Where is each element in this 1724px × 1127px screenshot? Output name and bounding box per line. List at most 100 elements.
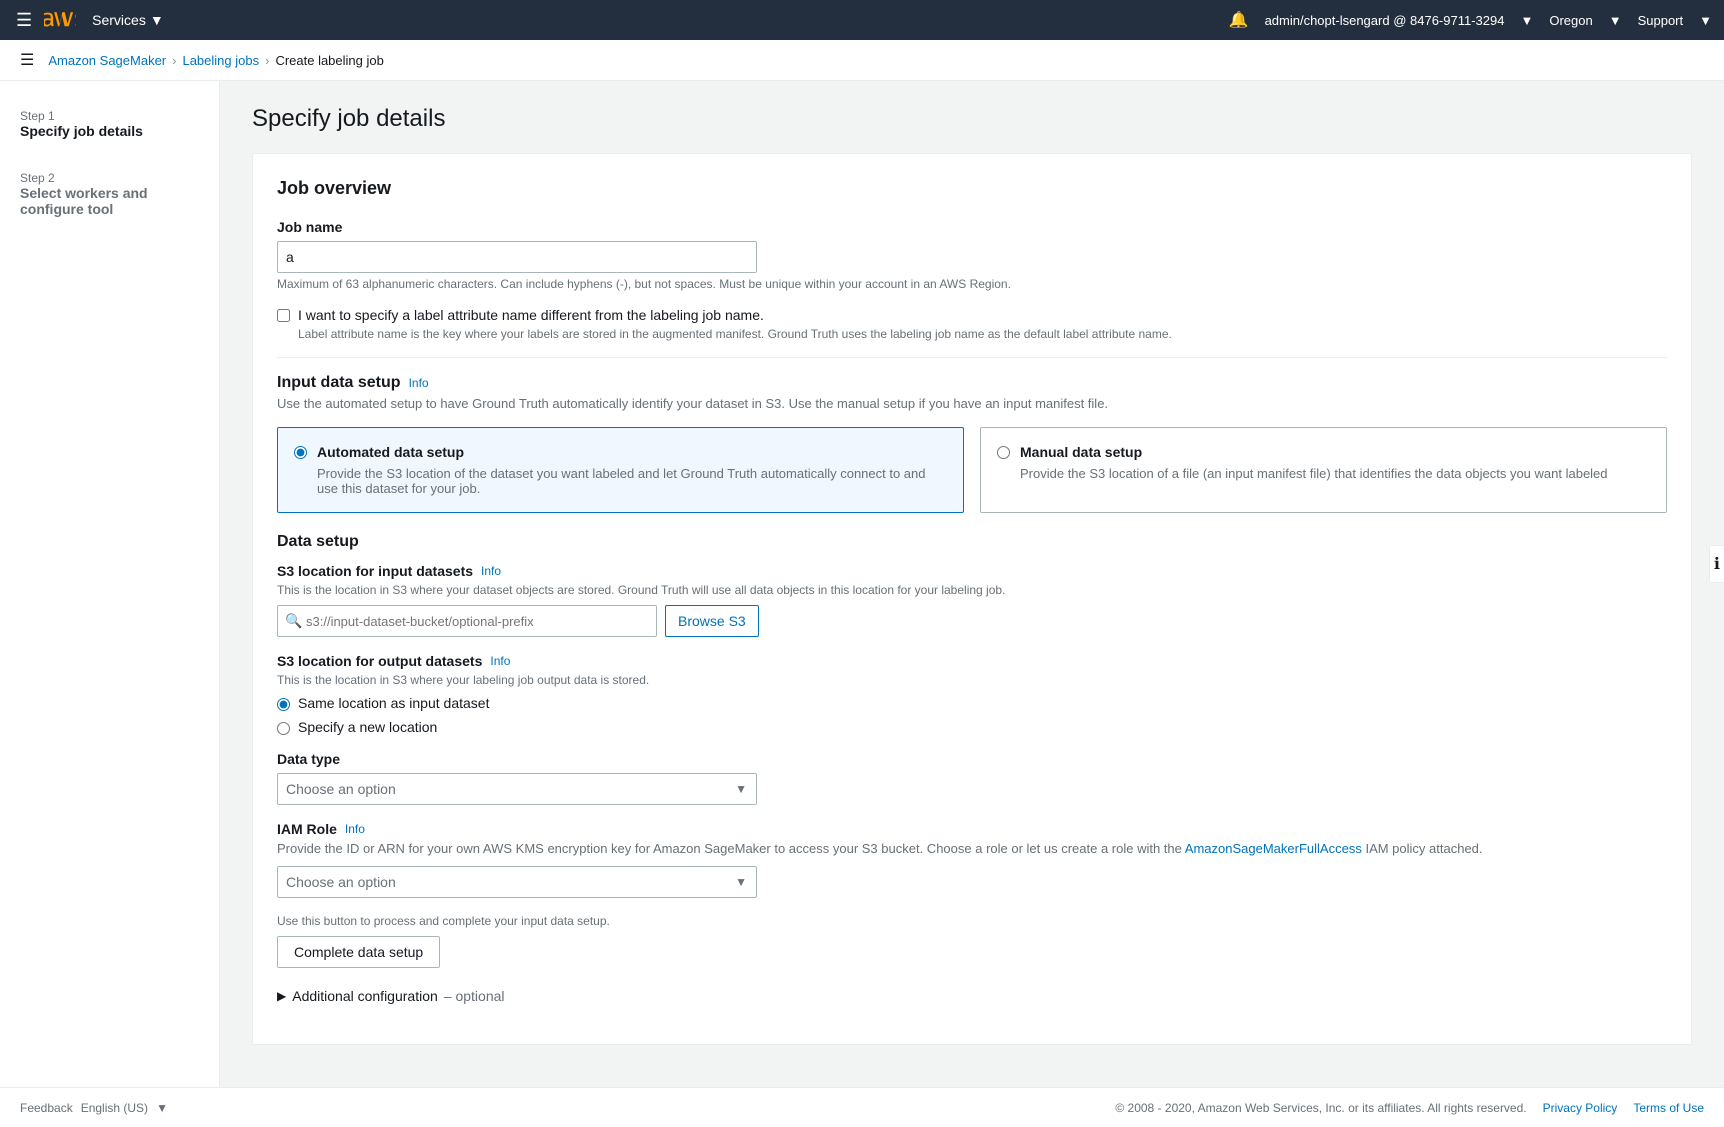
input-data-setup-group: Input data setup Info Use the automated … xyxy=(277,374,1667,513)
footer-language-selector[interactable]: English (US) xyxy=(81,1101,148,1115)
sidebar-step-1[interactable]: Step 1 Specify job details xyxy=(0,101,219,147)
same-location-radio[interactable] xyxy=(277,698,290,711)
privacy-policy-link[interactable]: Privacy Policy xyxy=(1543,1101,1618,1115)
sidebar-step-2[interactable]: Step 2 Select workers and configure tool xyxy=(0,163,219,225)
new-location-label[interactable]: Specify a new location xyxy=(298,719,437,735)
automated-card-title: Automated data setup xyxy=(317,444,947,460)
breadcrumb-sep-2: › xyxy=(265,53,269,68)
footer-left: Feedback English (US) ▼ xyxy=(20,1101,168,1115)
data-setup-group: Data setup S3 location for input dataset… xyxy=(277,533,1667,1004)
account-info[interactable]: admin/chopt-lsengard @ 8476-9711-3294 xyxy=(1265,13,1505,28)
label-attr-row: I want to specify a label attribute name… xyxy=(277,307,1667,341)
iam-link[interactable]: AmazonSageMakerFullAccess xyxy=(1185,841,1362,856)
divider-1 xyxy=(277,357,1667,358)
services-label: Services xyxy=(92,12,146,28)
search-icon: 🔍 xyxy=(285,613,302,630)
s3-input-wrapper: 🔍 xyxy=(277,605,657,637)
notification-bell-icon[interactable]: 🔔 xyxy=(1229,10,1249,30)
sidebar-step2-label: Step 2 xyxy=(20,171,199,185)
iam-role-info[interactable]: Info xyxy=(345,822,365,836)
data-type-select-wrapper: Choose an option Image Text Video Point … xyxy=(277,773,757,805)
manual-card-content: Manual data setup Provide the S3 locatio… xyxy=(1020,444,1608,481)
input-data-setup-title: Input data setup xyxy=(277,374,401,392)
data-setup-title: Data setup xyxy=(277,533,1667,551)
same-location-row: Same location as input dataset xyxy=(277,695,1667,711)
iam-role-select[interactable]: Choose an option Create a new role Use e… xyxy=(277,866,757,898)
new-location-radio[interactable] xyxy=(277,722,290,735)
services-button[interactable]: Services ▼ xyxy=(84,8,172,32)
job-name-group: Job name Maximum of 63 alphanumeric char… xyxy=(277,219,1667,291)
additional-config-row[interactable]: ▶ Additional configuration – optional xyxy=(277,976,1667,1004)
aws-logo xyxy=(44,10,76,30)
additional-config-optional: – optional xyxy=(444,988,505,1004)
job-name-label: Job name xyxy=(277,219,1667,235)
additional-config-label: Additional configuration xyxy=(292,988,438,1004)
label-attr-label[interactable]: I want to specify a label attribute name… xyxy=(298,307,764,323)
iam-role-group: IAM Role Info Provide the ID or ARN for … xyxy=(277,821,1667,898)
job-name-hint: Maximum of 63 alphanumeric characters. C… xyxy=(277,277,1667,291)
footer-copyright: © 2008 - 2020, Amazon Web Services, Inc.… xyxy=(1115,1101,1526,1115)
sidebar-step2-name: Select workers and configure tool xyxy=(20,185,199,217)
manual-radio[interactable] xyxy=(997,446,1010,459)
account-chevron-icon: ▼ xyxy=(1520,13,1533,28)
sidebar-step1-label: Step 1 xyxy=(20,109,199,123)
info-panel-icon[interactable]: ℹ xyxy=(1709,545,1724,583)
input-data-setup-info[interactable]: Info xyxy=(409,376,429,390)
menu-icon[interactable]: ☰ xyxy=(12,6,36,35)
s3-input-info[interactable]: Info xyxy=(481,564,501,578)
label-attr-desc: Label attribute name is the key where yo… xyxy=(298,327,1172,341)
automated-card-content: Automated data setup Provide the S3 loca… xyxy=(317,444,947,496)
breadcrumb-parent[interactable]: Labeling jobs xyxy=(182,53,259,68)
manual-data-card[interactable]: Manual data setup Provide the S3 locatio… xyxy=(980,427,1667,513)
footer-right: © 2008 - 2020, Amazon Web Services, Inc.… xyxy=(1115,1101,1704,1115)
automated-card-desc: Provide the S3 location of the dataset y… xyxy=(317,466,947,496)
same-location-label[interactable]: Same location as input dataset xyxy=(298,695,489,711)
automated-radio[interactable] xyxy=(294,446,307,459)
job-overview-card: Job overview Job name Maximum of 63 alph… xyxy=(252,153,1692,1045)
input-data-setup-desc: Use the automated setup to have Ground T… xyxy=(277,396,1667,411)
main-content: Specify job details Job overview Job nam… xyxy=(220,81,1724,1087)
breadcrumb-current: Create labeling job xyxy=(275,53,383,68)
breadcrumb-root[interactable]: Amazon SageMaker xyxy=(48,53,166,68)
terms-of-use-link[interactable]: Terms of Use xyxy=(1633,1101,1704,1115)
top-nav: ☰ Services ▼ 🔔 admin/chopt-lsengard @ 84… xyxy=(0,0,1724,40)
manual-card-title: Manual data setup xyxy=(1020,444,1608,460)
label-attr-checkbox[interactable] xyxy=(277,309,290,322)
iam-role-label: IAM Role xyxy=(277,821,337,837)
iam-role-select-wrapper: Choose an option Create a new role Use e… xyxy=(277,866,757,898)
complete-setup-group: Use this button to process and complete … xyxy=(277,914,1667,968)
job-name-input[interactable] xyxy=(277,241,757,273)
input-data-setup-header: Input data setup Info xyxy=(277,374,1667,392)
data-type-select[interactable]: Choose an option Image Text Video Point … xyxy=(277,773,757,805)
s3-input-desc: This is the location in S3 where your da… xyxy=(277,583,1667,597)
expand-icon: ▶ xyxy=(277,989,286,1003)
data-type-group: Data type Choose an option Image Text Vi… xyxy=(277,751,1667,805)
s3-output-label: S3 location for output datasets xyxy=(277,653,482,669)
support-menu[interactable]: Support xyxy=(1638,13,1684,28)
s3-output-header: S3 location for output datasets Info xyxy=(277,653,1667,669)
s3-input-group: S3 location for input datasets Info This… xyxy=(277,563,1667,637)
sidebar-step1-name: Specify job details xyxy=(20,123,199,139)
s3-output-info[interactable]: Info xyxy=(490,654,510,668)
services-chevron: ▼ xyxy=(150,12,164,28)
feedback-button[interactable]: Feedback xyxy=(20,1101,73,1115)
job-overview-title: Job overview xyxy=(277,178,1667,199)
iam-role-desc: Provide the ID or ARN for your own AWS K… xyxy=(277,841,1667,856)
support-chevron-icon: ▼ xyxy=(1699,13,1712,28)
s3-input-label: S3 location for input datasets xyxy=(277,563,473,579)
radio-cards: Automated data setup Provide the S3 loca… xyxy=(277,427,1667,513)
browse-s3-button[interactable]: Browse S3 xyxy=(665,605,759,637)
complete-data-setup-button[interactable]: Complete data setup xyxy=(277,936,440,968)
s3-input-field[interactable] xyxy=(277,605,657,637)
sidebar: Step 1 Specify job details Step 2 Select… xyxy=(0,81,220,1087)
menu-toggle-icon[interactable]: ☰ xyxy=(20,50,34,70)
iam-desc-text2: IAM policy attached. xyxy=(1365,841,1482,856)
region-chevron-icon: ▼ xyxy=(1609,13,1622,28)
data-type-label: Data type xyxy=(277,751,1667,767)
region-selector[interactable]: Oregon xyxy=(1549,13,1592,28)
automated-data-card[interactable]: Automated data setup Provide the S3 loca… xyxy=(277,427,964,513)
iam-desc-text1: Provide the ID or ARN for your own AWS K… xyxy=(277,841,1182,856)
s3-output-desc: This is the location in S3 where your la… xyxy=(277,673,1667,687)
s3-input-row: 🔍 Browse S3 xyxy=(277,605,1667,637)
iam-role-header: IAM Role Info xyxy=(277,821,1667,837)
